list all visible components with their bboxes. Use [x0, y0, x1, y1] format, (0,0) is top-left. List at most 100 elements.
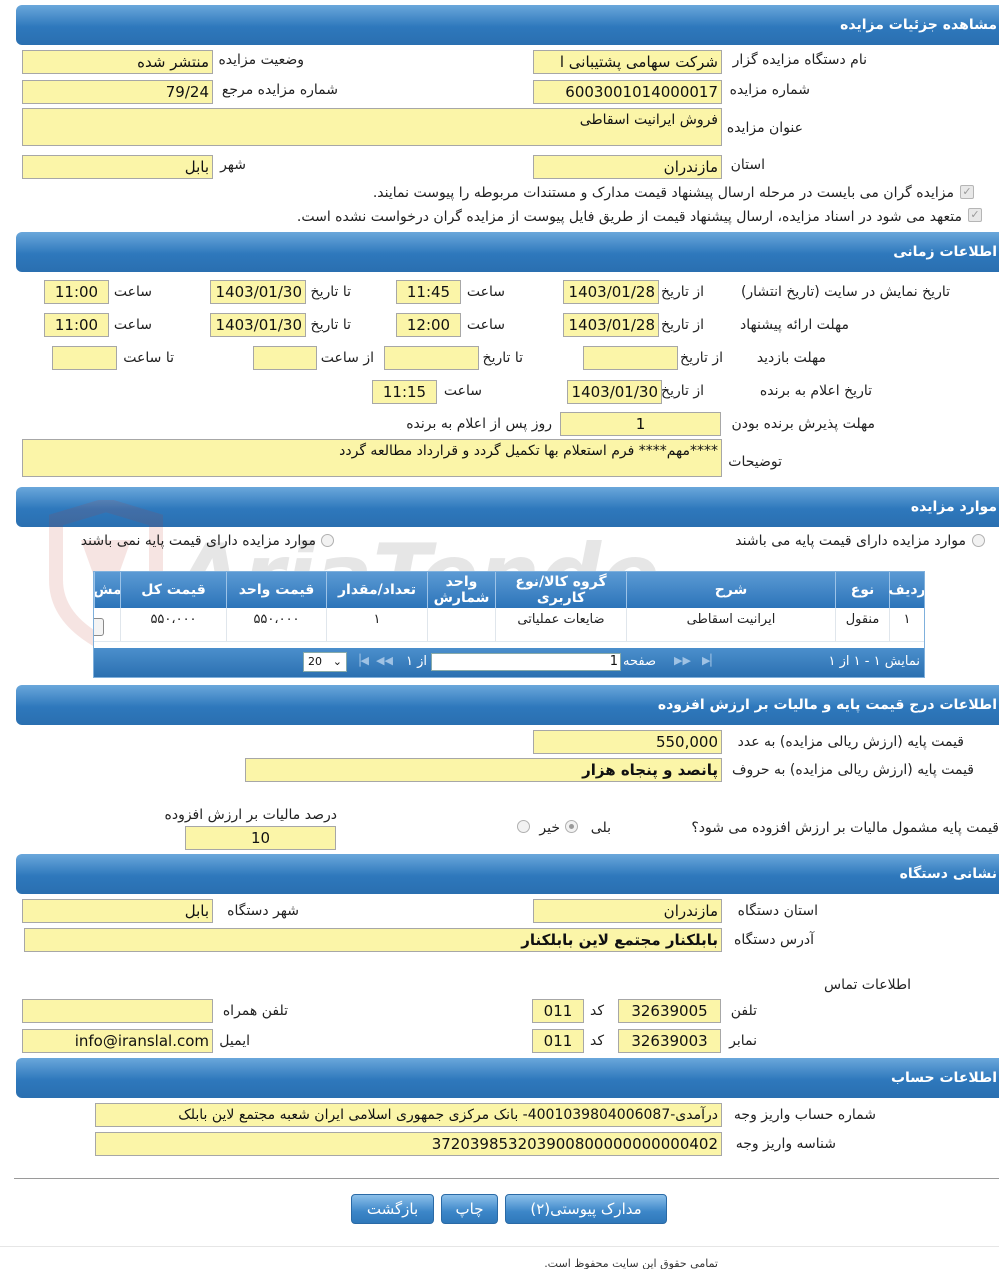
title-label: عنوان مزایده [726, 120, 803, 136]
cell-description: ایرانیت اسقاطی [626, 608, 835, 642]
col-type[interactable]: نوع [835, 572, 889, 608]
prev-page-icon[interactable]: ▶▶ [674, 654, 691, 667]
col-unit[interactable]: واحد شمارش [427, 572, 495, 608]
vat-yes-radio[interactable] [565, 820, 578, 833]
publish-from-date-label: از تاریخ [661, 284, 704, 300]
fax-code-field: 011 [532, 1029, 584, 1053]
no-file-offer-text: متعهد می شود در اسناد مزایده، ارسال پیشن… [296, 209, 962, 225]
section-header-timing: اطلاعات زمانی [16, 232, 999, 272]
status-field: منتشر شده [22, 50, 213, 74]
visit-to-time-label: تا ساعت [123, 350, 174, 366]
ref-field: 79/24 [22, 80, 213, 104]
print-button[interactable]: چاپ [441, 1194, 498, 1224]
winner-time-field: 11:15 [372, 380, 437, 404]
payment-id-label: شناسه واریز وجه [735, 1136, 836, 1152]
pager-of-text: از ۱ [406, 654, 428, 669]
publish-to-time-label: ساعت [113, 284, 152, 300]
winner-date-field: 1403/01/30 [567, 380, 662, 404]
province-field: مازندران [533, 155, 722, 179]
mobile-field [22, 999, 213, 1023]
col-details[interactable]: مش [94, 572, 120, 608]
org-address-field: بابلکنار مجتمع لاین بابلکنار [24, 928, 722, 952]
province-label: استان [730, 157, 765, 173]
attachments-button[interactable]: مدارک پیوستی(۲) [505, 1194, 667, 1224]
email-field: info@iranslal.com [22, 1029, 213, 1053]
radio-with-base-price[interactable] [972, 534, 985, 547]
winner-time-label: ساعت [443, 383, 482, 399]
offer-from-time-label: ساعت [466, 317, 505, 333]
items-grid-pager: نمایش ۱ - ۱ از ۱ ▶▏ ▶▶ صفحه 1 از ۱ ◀◀ ▕◀… [94, 648, 924, 677]
cell-total-price: ۵۵۰،۰۰۰ [120, 608, 226, 642]
pager-display-text: نمایش ۱ - ۱ از ۱ [828, 654, 921, 669]
page-size-value: 20 [308, 655, 322, 668]
pager-page-label: صفحه [623, 654, 656, 669]
desc-field: ****مهم**** فرم استعلام بها تکمیل گردد و… [22, 439, 722, 477]
vat-yes-label: بلی [590, 820, 611, 836]
section-header-details: مشاهده جزئیات مزایده [16, 5, 999, 45]
org-label: نام دستگاه مزایده گزار [732, 52, 867, 68]
cell-unit-price: ۵۵۰،۰۰۰ [226, 608, 326, 642]
vat-no-radio[interactable] [517, 820, 530, 833]
col-unit-price[interactable]: قیمت واحد [226, 572, 326, 608]
docs-required-checkbox[interactable]: ✓ [960, 185, 974, 199]
row-details-button[interactable] [94, 618, 104, 636]
docs-required-text: مزایده گران می بایست در مرحله ارسال پیشن… [372, 185, 954, 201]
visit-from-time-label: از ساعت [320, 350, 374, 366]
payment-id-field: 372039853203900800000000000402 [95, 1132, 722, 1156]
offer-from-time-field: 12:00 [396, 313, 461, 337]
accept-label: مهلت پذیرش برنده بودن [731, 416, 876, 432]
phone-label: تلفن [730, 1003, 757, 1019]
number-field: 6003001014000017 [533, 80, 722, 104]
cell-type: منقول [835, 608, 889, 642]
radio-without-base-price[interactable] [321, 534, 334, 547]
cell-unit [427, 608, 495, 642]
col-total-price[interactable]: قیمت کل [120, 572, 226, 608]
visit-from-time-field [253, 346, 317, 370]
publish-from-time-label: ساعت [466, 284, 505, 300]
base-price-number-field: 550,000 [533, 730, 722, 754]
cell-goods-group: ضایعات عملیاتی [495, 608, 626, 642]
section-header-address: نشانی دستگاه [16, 854, 999, 894]
visit-from-date-label: از تاریخ [680, 350, 723, 366]
visit-to-date-field [384, 346, 479, 370]
col-quantity[interactable]: تعداد/مقدار [326, 572, 427, 608]
items-grid: ردیف نوع شرح گروه کالا/نوع کاربری واحد ش… [93, 571, 925, 678]
offer-to-date-field: 1403/01/30 [210, 313, 306, 337]
copyright-text: تمامی حقوق این سایت محفوظ است. [544, 1257, 718, 1269]
vat-percent-label: درصد مالیات بر ارزش افزوده [164, 807, 338, 823]
offer-to-date-label: تا تاریخ [310, 317, 351, 333]
org-city-label: شهر دستگاه [227, 903, 299, 919]
cell-row-number: ۱ [889, 608, 924, 642]
no-file-offer-checkbox[interactable]: ✓ [968, 208, 982, 222]
vat-question: قیمت پایه مشمول مالیات بر ارزش افزوده می… [691, 820, 999, 836]
page-number-input[interactable]: 1 [431, 653, 621, 671]
contact-info-label: اطلاعات تماس [824, 977, 911, 993]
offer-to-time-field: 11:00 [44, 313, 109, 337]
email-label: ایمیل [219, 1033, 250, 1049]
first-page-icon[interactable]: ▶▏ [702, 654, 719, 667]
col-description[interactable]: شرح [626, 572, 835, 608]
page-size-select[interactable]: 20 ⌄ [303, 652, 347, 672]
col-row-number[interactable]: ردیف [888, 572, 924, 608]
auction-details-page: مشاهده جزئیات مزایده نام دستگاه مزایده گ… [0, 0, 999, 1269]
fax-label: نمابر [729, 1033, 757, 1049]
section-header-pricing: اطلاعات درج قیمت پایه و مالیات بر ارزش ا… [16, 685, 999, 725]
back-button[interactable]: بازگشت [351, 1194, 434, 1224]
publish-to-time-field: 11:00 [44, 280, 109, 304]
vat-no-label: خیر [539, 820, 560, 836]
vat-percent-field: 10 [185, 826, 336, 850]
visit-to-date-label: تا تاریخ [482, 350, 523, 366]
last-page-icon[interactable]: ▕◀ [352, 654, 369, 667]
status-label: وضعیت مزایده [218, 52, 304, 68]
divider [14, 1178, 999, 1179]
col-goods-group[interactable]: گروه کالا/نوع کاربری [495, 572, 626, 608]
base-price-text-field: پانصد و پنجاه هزار [245, 758, 722, 782]
org-address-label: آدرس دستگاه [734, 932, 814, 948]
org-province-label: استان دستگاه [737, 903, 818, 919]
publish-from-date-field: 1403/01/28 [563, 280, 659, 304]
visit-from-date-field [583, 346, 678, 370]
title-field: فروش ایرانیت اسقاطی [22, 108, 722, 146]
fax-field: 32639003 [618, 1029, 721, 1053]
phone-code-field: 011 [532, 999, 584, 1023]
next-page-icon[interactable]: ◀◀ [376, 654, 393, 667]
